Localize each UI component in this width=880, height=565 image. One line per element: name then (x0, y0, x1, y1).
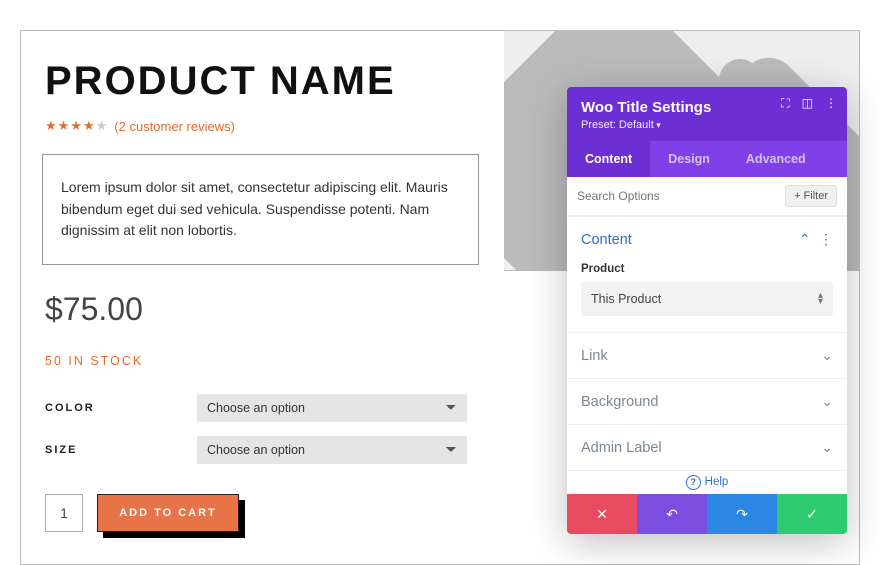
tab-design[interactable]: Design (650, 141, 728, 177)
chevron-down-icon: ⌄ (821, 347, 833, 364)
search-options-input[interactable] (577, 189, 785, 203)
section-link-header[interactable]: Link ⌄ (567, 333, 847, 378)
save-button[interactable]: ✓ (777, 494, 847, 534)
redo-icon: ↷ (736, 506, 748, 523)
section-admin-label-header[interactable]: Admin Label ⌄ (567, 425, 847, 470)
filter-button[interactable]: + Filter (785, 185, 837, 207)
star-rating-icon: ★★★★★ (45, 118, 108, 134)
help-link[interactable]: Help (567, 470, 847, 494)
section-title: Content (581, 232, 632, 248)
panel-tabs: Content Design Advanced (567, 141, 847, 177)
section-title: Background (581, 394, 658, 410)
tab-content[interactable]: Content (567, 141, 650, 177)
cancel-button[interactable]: ✕ (567, 494, 637, 534)
undo-icon: ↶ (666, 506, 678, 523)
section-content-header[interactable]: Content ⌃ ⋮ (567, 217, 847, 263)
expand-icon[interactable]: ⛶ (781, 96, 789, 111)
section-background-header[interactable]: Background ⌄ (567, 379, 847, 424)
chevron-down-icon: ⌄ (821, 393, 833, 410)
color-select[interactable]: Choose an option (197, 394, 467, 422)
check-icon: ✓ (806, 506, 818, 523)
panel-header[interactable]: Woo Title Settings Preset: Default ⛶ ◫ ⋮ (567, 87, 847, 141)
undo-button[interactable]: ↶ (637, 494, 707, 534)
section-title: Link (581, 348, 608, 364)
kebab-menu-icon[interactable]: ⋮ (819, 231, 833, 247)
preset-dropdown[interactable]: Preset: Default (581, 119, 833, 131)
kebab-menu-icon[interactable]: ⋮ (825, 96, 837, 111)
add-to-cart-button[interactable]: ADD TO CART (97, 494, 239, 532)
size-label: SIZE (45, 444, 197, 456)
snap-icon[interactable]: ◫ (802, 96, 813, 111)
settings-panel: Woo Title Settings Preset: Default ⛶ ◫ ⋮… (567, 87, 847, 534)
product-field-label: Product (581, 263, 833, 275)
redo-button[interactable]: ↷ (707, 494, 777, 534)
panel-body: + Filter Content ⌃ ⋮ Product This Produc… (567, 177, 847, 494)
tab-advanced[interactable]: Advanced (728, 141, 824, 177)
chevron-up-icon: ⌃ (799, 231, 811, 247)
product-description: Lorem ipsum dolor sit amet, consectetur … (42, 154, 479, 265)
size-select[interactable]: Choose an option (197, 436, 467, 464)
product-select[interactable]: This Product (581, 282, 833, 316)
review-count-link[interactable]: (2 customer reviews) (114, 119, 235, 134)
panel-footer: ✕ ↶ ↷ ✓ (567, 494, 847, 534)
section-title: Admin Label (581, 440, 662, 456)
close-icon: ✕ (596, 506, 608, 523)
quantity-input[interactable] (45, 494, 83, 532)
chevron-down-icon: ⌄ (821, 439, 833, 456)
color-label: COLOR (45, 402, 197, 414)
